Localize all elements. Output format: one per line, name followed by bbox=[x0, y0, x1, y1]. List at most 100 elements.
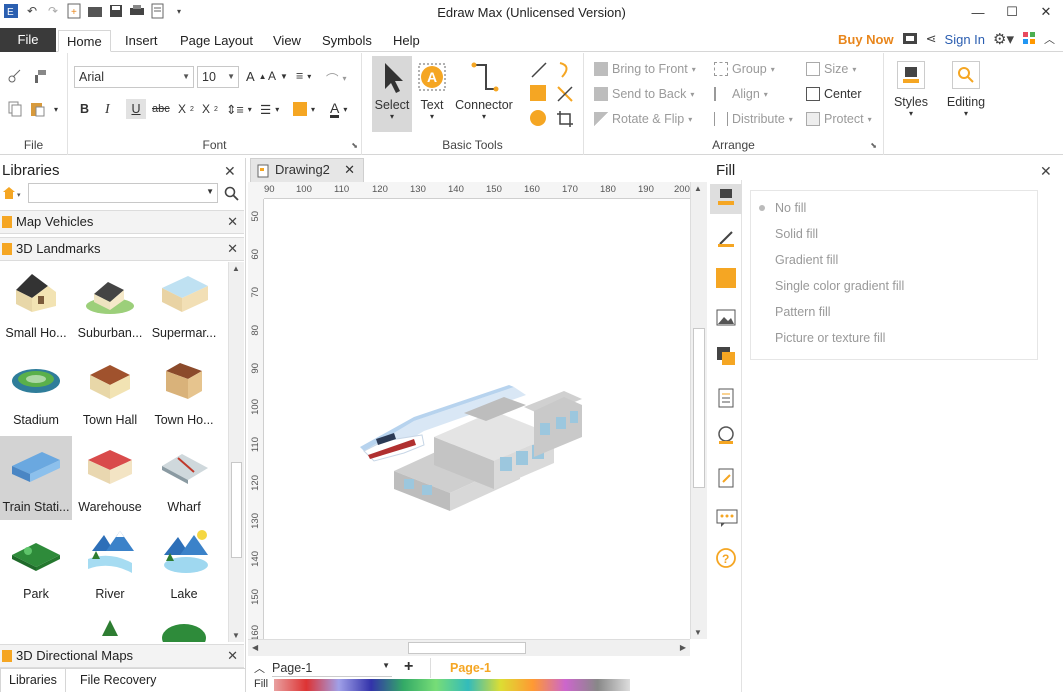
bullets-icon[interactable]: ☰ ▾ bbox=[260, 102, 279, 117]
editing-button[interactable]: Editing ▾ bbox=[942, 59, 990, 143]
send-to-back-button[interactable]: Send to Back ▾ bbox=[594, 87, 694, 101]
canvas-vertical-scrollbar[interactable]: ▲ ▼ bbox=[690, 182, 707, 639]
tab-file-recovery[interactable]: File Recovery bbox=[72, 669, 164, 692]
shape-wharf[interactable]: Wharf bbox=[148, 436, 220, 520]
italic-icon[interactable]: I bbox=[105, 102, 110, 118]
scroll-right-icon[interactable]: ▶ bbox=[680, 643, 686, 652]
page-tab[interactable]: Page-1 bbox=[430, 658, 510, 678]
close-window-button[interactable]: ✕ bbox=[1029, 0, 1063, 24]
shrink-font-icon[interactable]: A ▼ bbox=[268, 69, 288, 83]
shape-tree[interactable] bbox=[74, 610, 146, 642]
scroll-left-icon[interactable]: ◀ bbox=[252, 643, 258, 652]
close-section-icon[interactable]: ✕ bbox=[227, 645, 238, 667]
tab-symbols[interactable]: Symbols bbox=[314, 30, 380, 52]
line-tool-icon[interactable] bbox=[530, 61, 548, 79]
bold-icon[interactable]: B bbox=[80, 102, 89, 116]
library-scrollbar[interactable]: ▲ ▼ bbox=[228, 262, 244, 642]
canvas-horizontal-scrollbar[interactable]: ◀ ▶ bbox=[248, 639, 690, 656]
tab-insert[interactable]: Insert bbox=[117, 30, 166, 52]
paste-icon[interactable]: ▾ bbox=[30, 101, 58, 117]
select-tool-button[interactable]: Select ▾ bbox=[372, 56, 412, 132]
copy-icon[interactable] bbox=[8, 101, 22, 117]
size-button[interactable]: Size ▾ bbox=[806, 62, 856, 76]
grow-font-icon[interactable]: A ▲ bbox=[246, 69, 267, 84]
color-palette[interactable] bbox=[274, 679, 630, 691]
close-section-icon[interactable]: ✕ bbox=[227, 238, 238, 260]
shape-lake[interactable]: Lake bbox=[148, 523, 220, 607]
rotate-flip-button[interactable]: Rotate & Flip ▾ bbox=[594, 112, 692, 126]
cross-tool-icon[interactable] bbox=[556, 85, 574, 103]
comment-panel-icon[interactable] bbox=[716, 508, 738, 528]
line-panel-icon[interactable] bbox=[716, 228, 736, 248]
apps-icon[interactable] bbox=[1022, 31, 1036, 48]
train-station-shape[interactable] bbox=[264, 199, 690, 639]
arc-tool-icon[interactable] bbox=[556, 61, 574, 79]
strikethrough-icon[interactable]: abc bbox=[152, 103, 170, 115]
protect-button[interactable]: Protect ▾ bbox=[806, 112, 872, 126]
tab-file[interactable]: File bbox=[0, 28, 56, 52]
subscript-icon[interactable]: X2 bbox=[178, 102, 194, 116]
font-size-select[interactable]: 10 ▼ bbox=[197, 66, 239, 88]
tab-page-layout[interactable]: Page Layout bbox=[172, 30, 261, 52]
fill-option-solid-fill[interactable]: Solid fill bbox=[775, 227, 818, 241]
shape-stadium[interactable]: Stadium bbox=[0, 349, 72, 433]
shape-suburban-house[interactable]: Suburban... bbox=[74, 262, 146, 346]
crop-tool-icon[interactable] bbox=[556, 110, 574, 128]
buy-now-link[interactable]: Buy Now bbox=[838, 32, 894, 47]
drawing-canvas[interactable] bbox=[264, 199, 690, 639]
group-button[interactable]: Group ▾ bbox=[714, 62, 775, 76]
tab-view[interactable]: View bbox=[265, 30, 309, 52]
text-highlight-icon[interactable]: ▾ bbox=[293, 102, 315, 116]
scroll-thumb[interactable] bbox=[231, 462, 242, 558]
shape-forest[interactable] bbox=[148, 610, 220, 642]
superscript-icon[interactable]: X2 bbox=[202, 102, 218, 116]
library-section-3d-directional-maps[interactable]: 3D Directional Maps ✕ bbox=[0, 644, 244, 668]
hyperlink-panel-icon[interactable] bbox=[716, 426, 736, 446]
shape-park[interactable]: Park bbox=[0, 523, 72, 607]
font-family-select[interactable]: Arial ▼ bbox=[74, 66, 194, 88]
share-icon[interactable]: ⋖ bbox=[926, 31, 937, 47]
distribute-button[interactable]: Distribute ▾ bbox=[714, 112, 793, 126]
shape-warehouse[interactable]: Warehouse bbox=[74, 436, 146, 520]
chevron-up-icon[interactable]: ︿ bbox=[254, 660, 265, 676]
document-tab[interactable]: Drawing2 ✕ bbox=[250, 158, 364, 182]
add-page-icon[interactable]: + bbox=[404, 658, 413, 676]
font-color-icon[interactable]: A ▾ bbox=[330, 101, 347, 118]
close-libraries-icon[interactable]: ✕ bbox=[224, 163, 236, 180]
tab-home[interactable]: Home bbox=[58, 30, 111, 52]
center-button[interactable]: Center bbox=[806, 87, 862, 101]
fill-option-picture-texture-fill[interactable]: Picture or texture fill bbox=[775, 331, 885, 345]
tab-libraries[interactable]: Libraries bbox=[0, 669, 66, 692]
fill-panel-icon[interactable] bbox=[710, 184, 742, 214]
scroll-thumb[interactable] bbox=[408, 642, 526, 654]
close-section-icon[interactable]: ✕ bbox=[227, 211, 238, 233]
text-align-icon[interactable]: ≡ ▾ bbox=[296, 69, 311, 83]
library-search-input[interactable]: ▼ bbox=[28, 183, 218, 203]
cut-icon[interactable] bbox=[8, 69, 22, 83]
library-section-map-vehicles[interactable]: Map Vehicles ✕ bbox=[0, 210, 244, 234]
arrange-dialog-launcher-icon[interactable]: ⬊ bbox=[870, 141, 877, 150]
cart-icon[interactable] bbox=[902, 31, 918, 48]
minimize-button[interactable]: — bbox=[961, 0, 995, 24]
scroll-down-icon[interactable]: ▼ bbox=[694, 628, 702, 637]
connector-tool-button[interactable]: Connector ▾ bbox=[452, 56, 516, 132]
font-dialog-launcher-icon[interactable]: ⬊ bbox=[351, 141, 358, 150]
layer-panel-icon[interactable] bbox=[716, 346, 736, 366]
shape-town-house[interactable]: Town Ho... bbox=[148, 349, 220, 433]
close-fill-panel-icon[interactable]: ✕ bbox=[1040, 163, 1052, 180]
scroll-up-icon[interactable]: ▲ bbox=[694, 184, 702, 193]
library-section-3d-landmarks[interactable]: 3D Landmarks ✕ bbox=[0, 237, 244, 261]
scroll-up-icon[interactable]: ▲ bbox=[232, 264, 240, 273]
scroll-thumb[interactable] bbox=[693, 328, 705, 488]
fill-option-single-color-gradient-fill[interactable]: Single color gradient fill bbox=[775, 279, 904, 293]
fill-option-pattern-fill[interactable]: Pattern fill bbox=[775, 305, 831, 319]
page-select[interactable]: Page-1 ▼ bbox=[272, 661, 392, 677]
shape-river[interactable]: River bbox=[74, 523, 146, 607]
rectangle-tool-icon[interactable] bbox=[530, 85, 546, 101]
shadow-panel-icon[interactable] bbox=[716, 268, 736, 288]
bring-to-front-button[interactable]: Bring to Front ▾ bbox=[594, 62, 696, 76]
collapse-ribbon-icon[interactable]: ︿ bbox=[1044, 31, 1055, 47]
fill-option-gradient-fill[interactable]: Gradient fill bbox=[775, 253, 838, 267]
attachment-panel-icon[interactable] bbox=[716, 468, 736, 488]
settings-gear-icon[interactable]: ⚙▾ bbox=[993, 30, 1014, 48]
